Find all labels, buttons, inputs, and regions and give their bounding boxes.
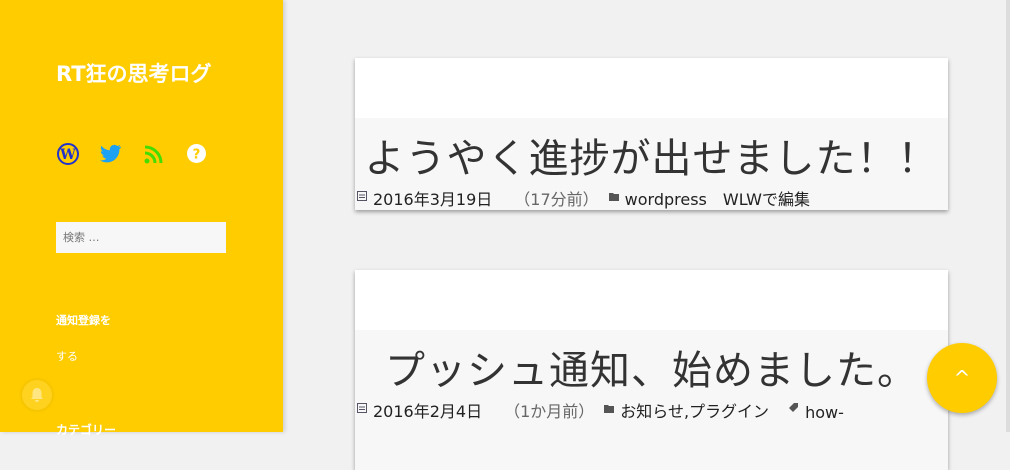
calendar-icon [357, 398, 367, 413]
social-links: W ? [56, 142, 208, 165]
widget-title: 通知登録を [56, 314, 111, 327]
search-input[interactable] [56, 222, 226, 253]
post-title[interactable]: ようやく進捗が出せました！！ [355, 118, 948, 182]
svg-text:W: W [59, 147, 76, 163]
rss-icon[interactable] [142, 142, 165, 165]
post-ago: （1か月前） [504, 402, 595, 421]
post-ago: （17分前） [514, 190, 599, 209]
post-thumbnail [355, 58, 948, 118]
post-title[interactable]: プッシュ通知、始めました。 [355, 330, 948, 394]
tag-icon [789, 398, 799, 412]
post-meta: 2016年2月4日 （1か月前） お知らせ,プラグイン how- [355, 392, 948, 422]
folder-icon [604, 398, 615, 413]
help-icon[interactable]: ? [185, 142, 208, 165]
notification-bell-button[interactable] [22, 380, 52, 410]
post-date[interactable]: 2016年3月19日 [373, 186, 492, 210]
wordpress-icon[interactable]: W [56, 142, 79, 165]
post-categories[interactable]: お知らせ,プラグイン [620, 398, 769, 422]
scrollbar[interactable] [1006, 0, 1010, 432]
post-date[interactable]: 2016年2月4日 [373, 398, 482, 422]
scroll-to-top-button[interactable]: ^ [927, 343, 997, 413]
post-card: ようやく進捗が出せました！！ 2016年3月19日 （17分前） wordpre… [355, 58, 948, 210]
twitter-icon[interactable] [99, 142, 122, 165]
calendar-icon [357, 186, 367, 201]
post-categories[interactable]: wordpress WLWで編集 [625, 186, 810, 210]
categories-title: カテゴリー [56, 423, 117, 437]
post-meta: 2016年3月19日 （17分前） wordpress WLWで編集 [355, 180, 948, 210]
post-tags[interactable]: how- [805, 403, 844, 422]
sidebar: RT狂の思考ログ W ? 通知登録を する カテゴリー [0, 0, 283, 437]
bell-icon [31, 388, 43, 402]
folder-icon [608, 186, 619, 201]
post-card: プッシュ通知、始めました。 2016年2月4日 （1か月前） お知らせ,プラグイ… [355, 270, 948, 470]
subscribe-link[interactable]: する [56, 348, 78, 364]
site-title[interactable]: RT狂の思考ログ [56, 58, 212, 88]
svg-text:?: ? [193, 147, 201, 162]
post-thumbnail [355, 270, 948, 330]
